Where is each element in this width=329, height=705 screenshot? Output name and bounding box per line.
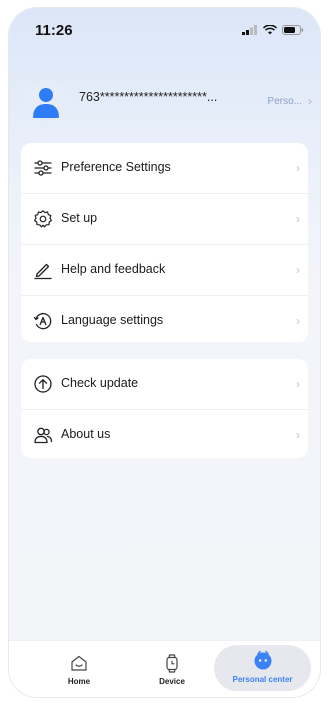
menu-item-set-up[interactable]: Set up › (21, 194, 308, 245)
status-time: 11:26 (35, 22, 73, 39)
tab-home[interactable]: Home (49, 641, 109, 697)
personal-info-label: Perso... (267, 95, 302, 107)
settings-card: Preference Settings › Set up › Help and … (21, 143, 308, 342)
battery-icon (282, 25, 304, 35)
personal-info-link[interactable]: Perso... › (268, 94, 312, 108)
sliders-icon (34, 160, 52, 176)
about-card: Check update › About us › (21, 359, 308, 458)
chevron-right-icon: › (308, 94, 312, 108)
menu-item-label: Preference Settings (61, 160, 171, 174)
bottom-tab-bar: Home Device Personal center (9, 640, 320, 697)
menu-item-preference-settings[interactable]: Preference Settings › (21, 143, 308, 194)
user-avatar-icon (33, 88, 59, 118)
gear-icon (34, 210, 52, 228)
users-icon (34, 427, 53, 444)
status-bar: 11:26 (9, 8, 320, 52)
wifi-icon (263, 25, 277, 35)
chevron-right-icon: › (296, 161, 300, 175)
tab-personal-center[interactable]: Personal center (214, 645, 311, 691)
menu-item-label: Language settings (61, 313, 164, 327)
watch-icon (166, 654, 178, 673)
account-phone: 763**********************... (79, 90, 218, 104)
arrow-up-circle-icon (34, 375, 52, 393)
menu-item-language-settings[interactable]: Language settings › (21, 296, 308, 346)
pencil-icon (34, 263, 52, 280)
tab-label: Home (67, 677, 91, 686)
menu-item-label: Check update (61, 376, 139, 390)
personal-center-icon (254, 650, 271, 670)
chevron-right-icon: › (296, 314, 300, 328)
chevron-right-icon: › (296, 428, 300, 442)
tab-label: Personal center (232, 675, 293, 684)
cellular-signal-icon (242, 25, 257, 35)
menu-item-label: About us (61, 427, 111, 441)
chevron-right-icon: › (296, 377, 300, 391)
home-icon (71, 655, 87, 671)
profile-header[interactable]: 763**********************... Perso... › (9, 80, 320, 130)
menu-item-label: Set up (61, 211, 98, 225)
menu-item-about-us[interactable]: About us › (21, 410, 308, 460)
avatar[interactable] (25, 80, 67, 122)
menu-item-check-update[interactable]: Check update › (21, 359, 308, 410)
tab-label: Device (159, 677, 185, 686)
status-icons (242, 25, 304, 35)
translate-icon (33, 313, 52, 330)
chevron-right-icon: › (296, 212, 300, 226)
tab-device[interactable]: Device (139, 641, 205, 697)
menu-item-help-feedback[interactable]: Help and feedback › (21, 245, 308, 296)
chevron-right-icon: › (296, 263, 300, 277)
app-screen: 11:26 763**********************... Perso… (9, 8, 320, 697)
menu-item-label: Help and feedback (61, 262, 166, 276)
